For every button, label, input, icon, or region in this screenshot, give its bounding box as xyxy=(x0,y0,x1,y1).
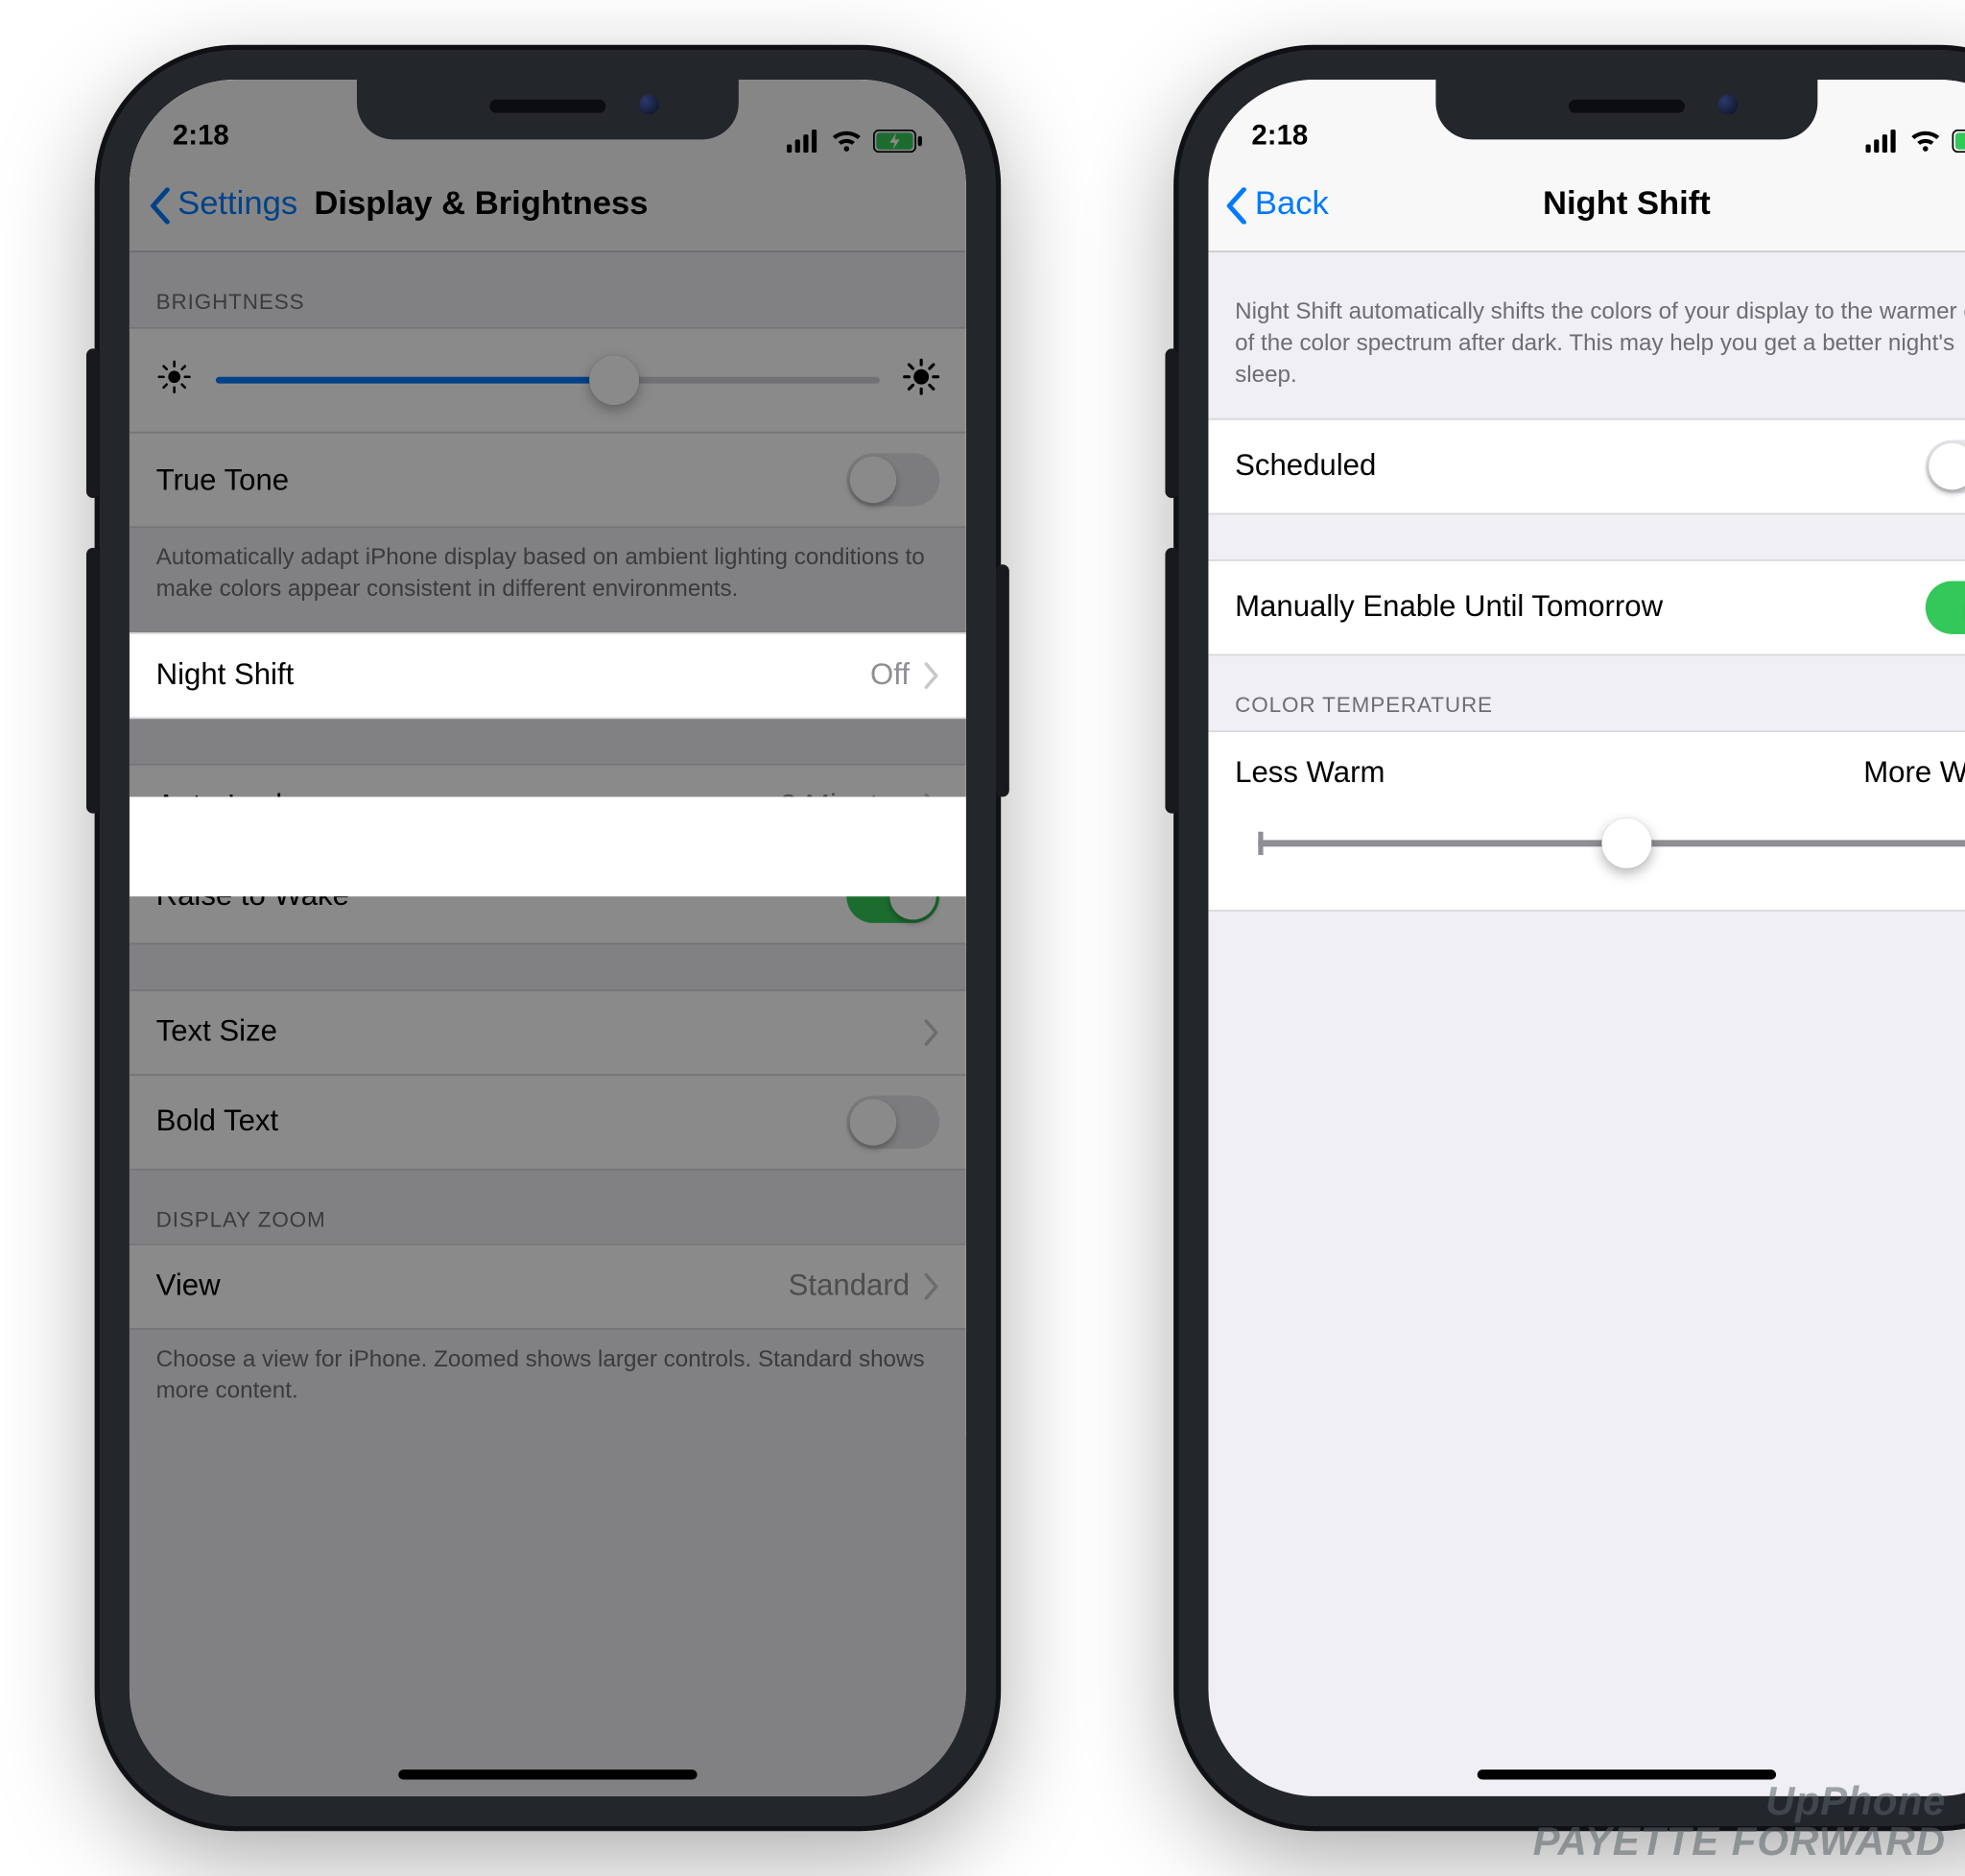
phone-right: 2:18 Back xyxy=(1178,50,1965,1826)
sun-max-icon xyxy=(903,358,939,403)
display-zoom-header: DISPLAY ZOOM xyxy=(130,1170,966,1245)
screen-left: 2:18 Settings xyxy=(130,80,966,1796)
home-indicator xyxy=(1478,1769,1776,1779)
brightness-slider[interactable] xyxy=(216,355,880,405)
chevron-right-icon xyxy=(923,1273,939,1300)
home-indicator xyxy=(398,1769,697,1779)
text-size-label: Text Size xyxy=(156,1015,923,1050)
back-button[interactable]: Back xyxy=(1225,186,1543,225)
back-label: Settings xyxy=(178,186,297,225)
chevron-right-icon xyxy=(923,662,939,689)
scheduled-toggle[interactable] xyxy=(1926,439,1965,492)
cellular-icon xyxy=(787,130,820,153)
night-shift-value: Off xyxy=(870,658,910,693)
less-warm-label: Less Warm xyxy=(1235,755,1385,790)
navbar: Settings Display & Brightness xyxy=(130,159,966,252)
text-size-row[interactable]: Text Size xyxy=(130,989,966,1076)
raise-to-wake-row[interactable]: Raise to Wake xyxy=(130,848,966,944)
bold-text-label: Bold Text xyxy=(156,1104,847,1139)
watermark-payette: PAYETTE FORWARD xyxy=(1533,1821,1946,1862)
view-label: View xyxy=(156,1269,789,1303)
status-time: 2:18 xyxy=(173,120,229,154)
battery-charging-icon xyxy=(1952,130,1965,153)
manual-enable-row[interactable]: Manually Enable Until Tomorrow xyxy=(1208,558,1965,654)
color-temp-slider[interactable] xyxy=(1258,819,1965,866)
battery-charging-icon xyxy=(873,130,923,153)
bold-text-toggle[interactable] xyxy=(846,1095,939,1148)
bold-text-row[interactable]: Bold Text xyxy=(130,1074,966,1170)
night-shift-label: Night Shift xyxy=(156,658,870,693)
raise-to-wake-toggle[interactable] xyxy=(846,869,939,922)
brightness-slider-row xyxy=(130,327,966,434)
notch xyxy=(1435,80,1817,139)
manual-enable-label: Manually Enable Until Tomorrow xyxy=(1235,589,1926,624)
notch xyxy=(357,80,739,139)
color-temp-block: Less Warm More Warm xyxy=(1208,730,1965,912)
true-tone-row[interactable]: True Tone xyxy=(130,432,966,528)
auto-lock-value: 2 Minutes xyxy=(780,789,910,823)
chevron-right-icon xyxy=(923,1019,939,1046)
wifi-icon xyxy=(830,130,864,153)
scheduled-row[interactable]: Scheduled xyxy=(1208,417,1965,513)
screen-right: 2:18 Back xyxy=(1208,80,1965,1796)
auto-lock-row[interactable]: Auto-Lock 2 Minutes xyxy=(130,763,966,849)
night-shift-intro: Night Shift automatically shifts the col… xyxy=(1208,252,1965,419)
chevron-right-icon xyxy=(923,794,939,820)
watermark: UpPhone PAYETTE FORWARD xyxy=(1533,1781,1946,1862)
night-shift-row[interactable]: Night Shift Off xyxy=(130,632,966,719)
watermark-upphone: UpPhone xyxy=(1533,1781,1946,1821)
view-row[interactable]: View Standard xyxy=(130,1243,966,1329)
true-tone-label: True Tone xyxy=(156,463,847,497)
navbar: Back Night Shift xyxy=(1208,159,1965,252)
back-label: Back xyxy=(1255,186,1329,225)
manual-enable-toggle[interactable] xyxy=(1926,581,1965,633)
view-footer: Choose a view for iPhone. Zoomed shows l… xyxy=(130,1329,966,1435)
raise-to-wake-label: Raise to Wake xyxy=(156,879,847,914)
brightness-header: BRIGHTNESS xyxy=(130,252,966,327)
color-temp-header: COLOR TEMPERATURE xyxy=(1208,655,1965,730)
auto-lock-label: Auto-Lock xyxy=(156,789,780,823)
scheduled-label: Scheduled xyxy=(1235,448,1926,483)
page-title: Display & Brightness xyxy=(314,186,648,225)
status-time: 2:18 xyxy=(1251,120,1308,154)
wifi-icon xyxy=(1909,130,1943,153)
true-tone-footer: Automatically adapt iPhone display based… xyxy=(130,528,966,633)
back-button[interactable]: Settings xyxy=(150,186,297,225)
view-value: Standard xyxy=(789,1269,910,1303)
more-warm-label: More Warm xyxy=(1863,755,1965,790)
phone-left: 2:18 Settings xyxy=(100,50,996,1826)
cellular-icon xyxy=(1866,130,1900,153)
page-title: Night Shift xyxy=(1543,186,1711,225)
true-tone-toggle[interactable] xyxy=(846,453,939,506)
sun-min-icon xyxy=(156,358,193,403)
